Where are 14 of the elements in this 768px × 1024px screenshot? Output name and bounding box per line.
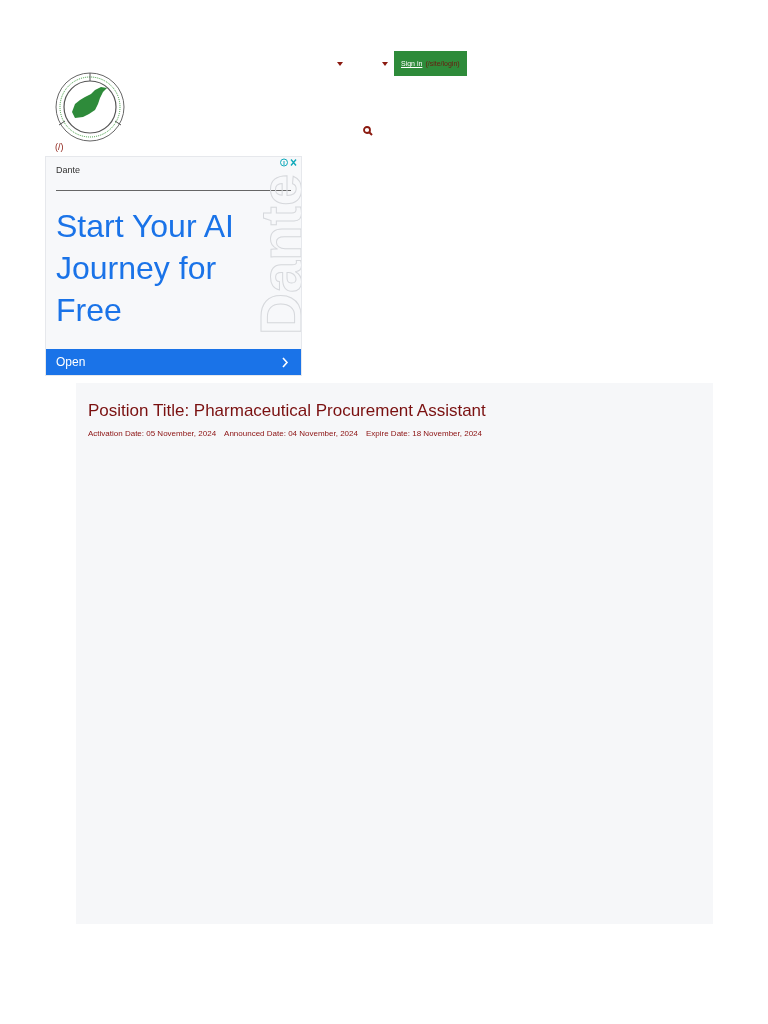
search-icon[interactable] xyxy=(363,126,373,136)
chevron-icon xyxy=(281,356,289,368)
position-title: Position Title: Pharmaceutical Procurement Assistant xyxy=(88,401,487,421)
ad-headline: Start Your AI Journey for Free xyxy=(56,207,235,330)
ad-advertiser: Dante xyxy=(56,157,291,191)
ad-choices-icon[interactable] xyxy=(279,158,299,167)
caret-icon[interactable] xyxy=(382,61,388,66)
caret-icon[interactable] xyxy=(337,61,343,66)
home-link[interactable]: (/) xyxy=(55,142,64,152)
ad-open-button[interactable]: Open xyxy=(46,349,301,375)
date-text: Announced Date: 04 November, 2024 xyxy=(224,429,358,438)
date-text: Expire Date: 18 November, 2024 xyxy=(365,429,483,438)
emblem-logo[interactable] xyxy=(55,72,125,142)
date-text: Activation Date: 05 November, 2024 xyxy=(88,429,217,438)
